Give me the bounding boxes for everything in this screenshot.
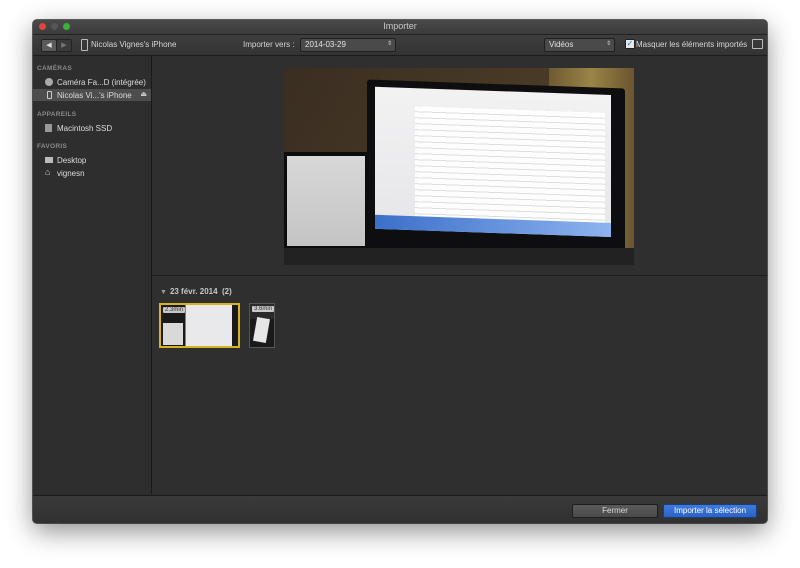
home-icon: ⌂ — [45, 167, 51, 177]
clip-thumbnail[interactable]: 3.6min — [249, 303, 275, 348]
sidebar-item-label: Caméra Fa...D (intégrée) — [57, 78, 146, 87]
phone-icon — [47, 91, 52, 99]
toolbar: ◀ ▶ Nicolas Vignes's iPhone Importer ver… — [33, 35, 767, 56]
clip-duration: 3.6min — [252, 306, 274, 312]
media-type-select[interactable]: Vidéos ⇕ — [544, 38, 615, 52]
hide-imported-checkbox[interactable]: ✓ — [625, 39, 635, 49]
import-to-label: Importer vers : — [243, 40, 295, 49]
updown-arrows-icon: ⇕ — [605, 41, 611, 47]
close-button[interactable]: Fermer — [572, 504, 658, 518]
import-to-value: 2014-03-29 — [305, 40, 346, 49]
eject-icon[interactable]: ⏏ — [140, 90, 147, 98]
disclosure-triangle-icon[interactable]: ▼ — [160, 289, 167, 296]
clip-group-header[interactable]: ▼ 23 févr. 2014 (2) — [160, 287, 232, 296]
section-title-favorites: FAVORIS — [37, 143, 68, 150]
updown-arrows-icon: ⇕ — [386, 41, 392, 47]
window-title: Importer — [383, 21, 417, 31]
hide-imported-label: Masquer les éléments importés — [636, 40, 748, 49]
sidebar-item-label: Macintosh SSD — [57, 124, 113, 133]
title-bar: Importer — [33, 20, 767, 35]
sidebar-item-facetime-camera[interactable]: Caméra Fa...D (intégrée) — [33, 76, 151, 88]
sidebar-item-label: Nicolas Vi...'s iPhone — [57, 91, 132, 100]
sidebar-item-label: vignesn — [57, 169, 85, 178]
sidebar: CAMÉRAS Caméra Fa...D (intégrée) Nicolas… — [33, 56, 152, 494]
content-area: ▼ 23 févr. 2014 (2) 2.3min 3.6min — [152, 56, 767, 494]
group-count: (2) — [222, 287, 232, 296]
sidebar-item-label: Desktop — [57, 156, 87, 165]
sidebar-item-home[interactable]: ⌂ vignesn — [33, 167, 151, 179]
camera-icon — [45, 78, 53, 86]
preview-area — [152, 56, 767, 276]
disk-icon — [45, 124, 52, 132]
import-window: Importer ◀ ▶ Nicolas Vignes's iPhone Imp… — [33, 20, 767, 523]
footer-bar: Fermer Importer la sélection — [33, 495, 767, 523]
import-to-select[interactable]: 2014-03-29 ⇕ — [300, 38, 396, 52]
phone-icon — [81, 39, 88, 51]
import-selection-button[interactable]: Importer la sélection — [663, 504, 757, 518]
clip-thumbnail[interactable]: 2.3min — [159, 303, 240, 348]
sidebar-item-macintosh-ssd[interactable]: Macintosh SSD — [33, 122, 151, 134]
section-title-cameras: CAMÉRAS — [37, 65, 72, 72]
video-preview[interactable] — [284, 68, 634, 265]
clip-duration: 2.3min — [163, 307, 186, 313]
sidebar-item-iphone[interactable]: Nicolas Vi...'s iPhone ⏏ — [33, 89, 151, 101]
section-title-devices: APPAREILS — [37, 111, 77, 118]
device-name: Nicolas Vignes's iPhone — [91, 40, 177, 49]
display-options-icon[interactable] — [752, 39, 763, 49]
media-type-value: Vidéos — [549, 40, 574, 49]
group-date: 23 févr. 2014 — [169, 287, 218, 296]
forward-button[interactable]: ▶ — [56, 39, 72, 52]
back-button[interactable]: ◀ — [41, 39, 57, 52]
sidebar-item-desktop[interactable]: Desktop — [33, 154, 151, 166]
desktop-icon — [45, 157, 53, 163]
